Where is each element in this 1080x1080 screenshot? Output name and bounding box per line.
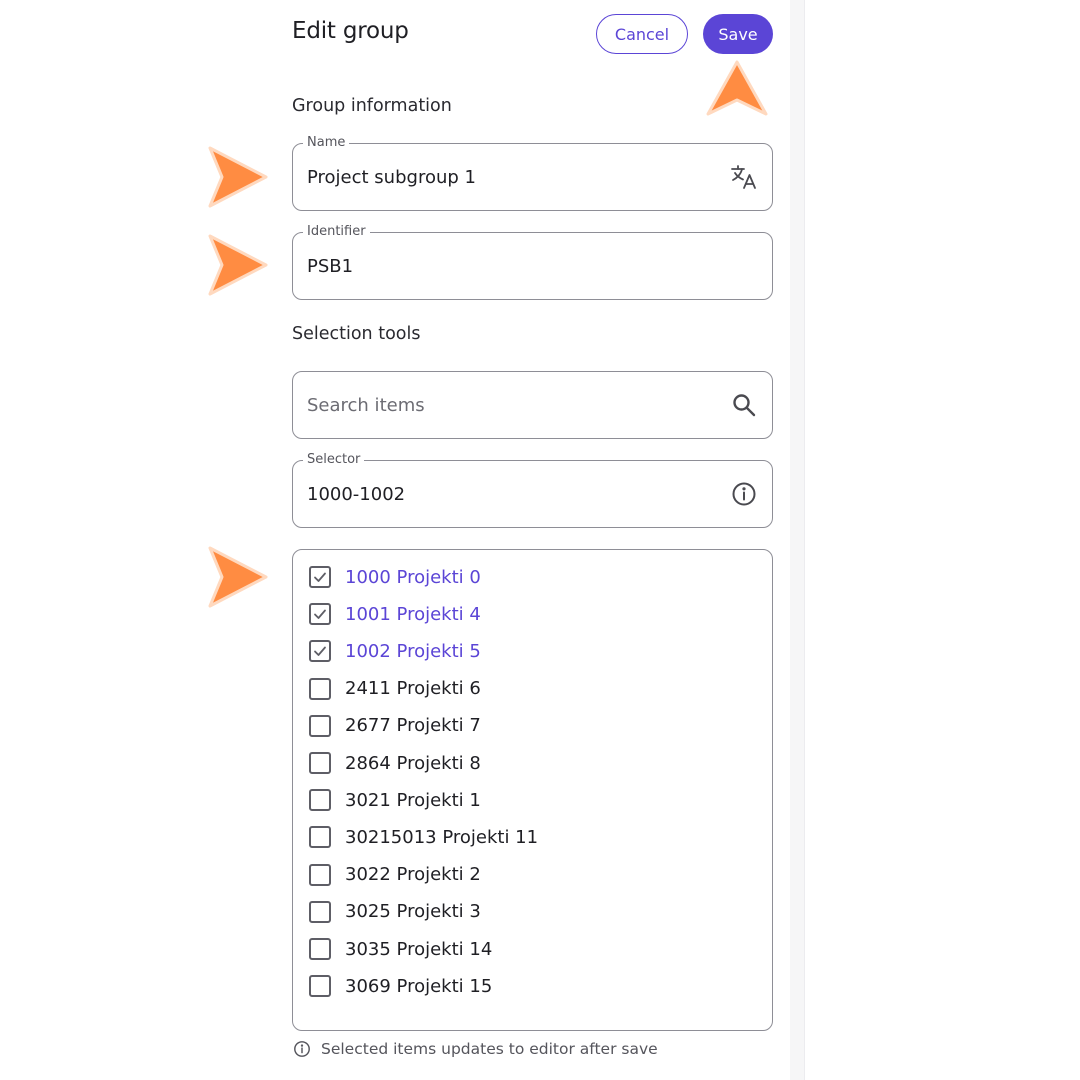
list-item[interactable]: 1000 Projekti 0 [309,562,481,592]
list-item[interactable]: 1002 Projekti 5 [309,636,481,666]
checkmark-icon [314,646,326,657]
annotation-arrow-right-icon [208,146,268,208]
checkmark-icon [314,572,326,582]
list-item-label: 3022 Projekti 2 [345,864,481,886]
checkbox-unchecked[interactable] [309,863,331,886]
item-list[interactable]: 1000 Projekti 0 1001 Projekti 4 1002 Proje… [292,549,773,1031]
checkbox-unchecked[interactable] [309,900,331,923]
checkmark-icon [314,609,326,620]
annotation-arrow-up-icon [706,60,768,116]
search-placeholder[interactable]: Search items [307,372,425,438]
checkbox-unchecked[interactable] [309,938,331,960]
dialog-title: Edit group [292,18,409,44]
checkbox-unchecked[interactable] [309,975,331,998]
search-input[interactable]: Search items [292,371,773,439]
checkbox-unchecked[interactable] [309,677,331,700]
checkbox-checked[interactable] [309,566,331,588]
annotation-arrow-right-icon [208,234,268,296]
selection-tools-heading: Selection tools [292,324,421,344]
list-item[interactable]: 3025 Projekti 3 [309,897,481,927]
list-item[interactable]: 1001 Projekti 4 [309,599,481,629]
list-item-label: 3069 Projekti 15 [345,975,493,997]
checkbox-unchecked[interactable] [309,752,331,774]
list-item[interactable]: 3035 Projekti 14 [309,934,492,964]
cancel-button[interactable]: Cancel [596,14,688,54]
identifier-field-value[interactable]: PSB1 [307,233,353,299]
list-item-label: 2411 Projekti 6 [345,678,481,700]
checkbox-unchecked[interactable] [309,714,331,737]
checkbox-checked[interactable] [309,640,331,663]
list-item-label: 3025 Projekti 3 [345,901,481,923]
checkbox-checked[interactable] [309,603,331,626]
list-item[interactable]: 3021 Projekti 1 [309,785,481,815]
list-item-label: 1000 Projekti 0 [345,566,481,588]
search-icon[interactable] [730,391,758,419]
list-item[interactable]: 2864 Projekti 8 [309,748,481,778]
list-item[interactable]: 3022 Projekti 2 [309,860,481,890]
side-panel-divider [804,0,805,1080]
translate-icon[interactable] [730,163,758,191]
list-item-label: 3021 Projekti 1 [345,789,481,811]
annotation-arrow-right-icon [208,546,268,608]
info-small-icon [294,1041,310,1057]
list-item-label: 2864 Projekti 8 [345,752,481,774]
list-item[interactable]: 2411 Projekti 6 [309,674,481,704]
selector-field[interactable]: Selector 1000-1002 [292,451,773,528]
list-item-label: 1002 Projekti 5 [345,640,481,662]
group-information-heading: Group information [292,96,452,116]
identifier-field[interactable]: Identifier PSB1 [292,223,773,300]
list-item-label: 2677 Projekti 7 [345,715,481,737]
save-button[interactable]: Save [703,14,773,54]
list-item[interactable]: 3069 Projekti 15 [309,971,492,1001]
list-item-label: 1001 Projekti 4 [345,603,481,625]
list-item[interactable]: 2677 Projekti 7 [309,711,481,741]
info-icon[interactable] [730,480,758,508]
name-field[interactable]: Name Project subgroup 1 [292,134,773,211]
list-item-label: 30215013 Projekti 11 [345,826,539,848]
selector-field-value[interactable]: 1000-1002 [307,461,405,527]
checkbox-unchecked[interactable] [309,826,331,849]
helper-text-label: Selected items updates to editor after s… [321,1040,658,1058]
list-item[interactable]: 30215013 Projekti 11 [309,822,538,852]
helper-text: Selected items updates to editor after s… [293,1040,658,1058]
name-field-value[interactable]: Project subgroup 1 [307,144,476,210]
checkbox-unchecked[interactable] [309,789,331,812]
side-panel-strip [790,0,804,1080]
list-item-label: 3035 Projekti 14 [345,938,493,960]
